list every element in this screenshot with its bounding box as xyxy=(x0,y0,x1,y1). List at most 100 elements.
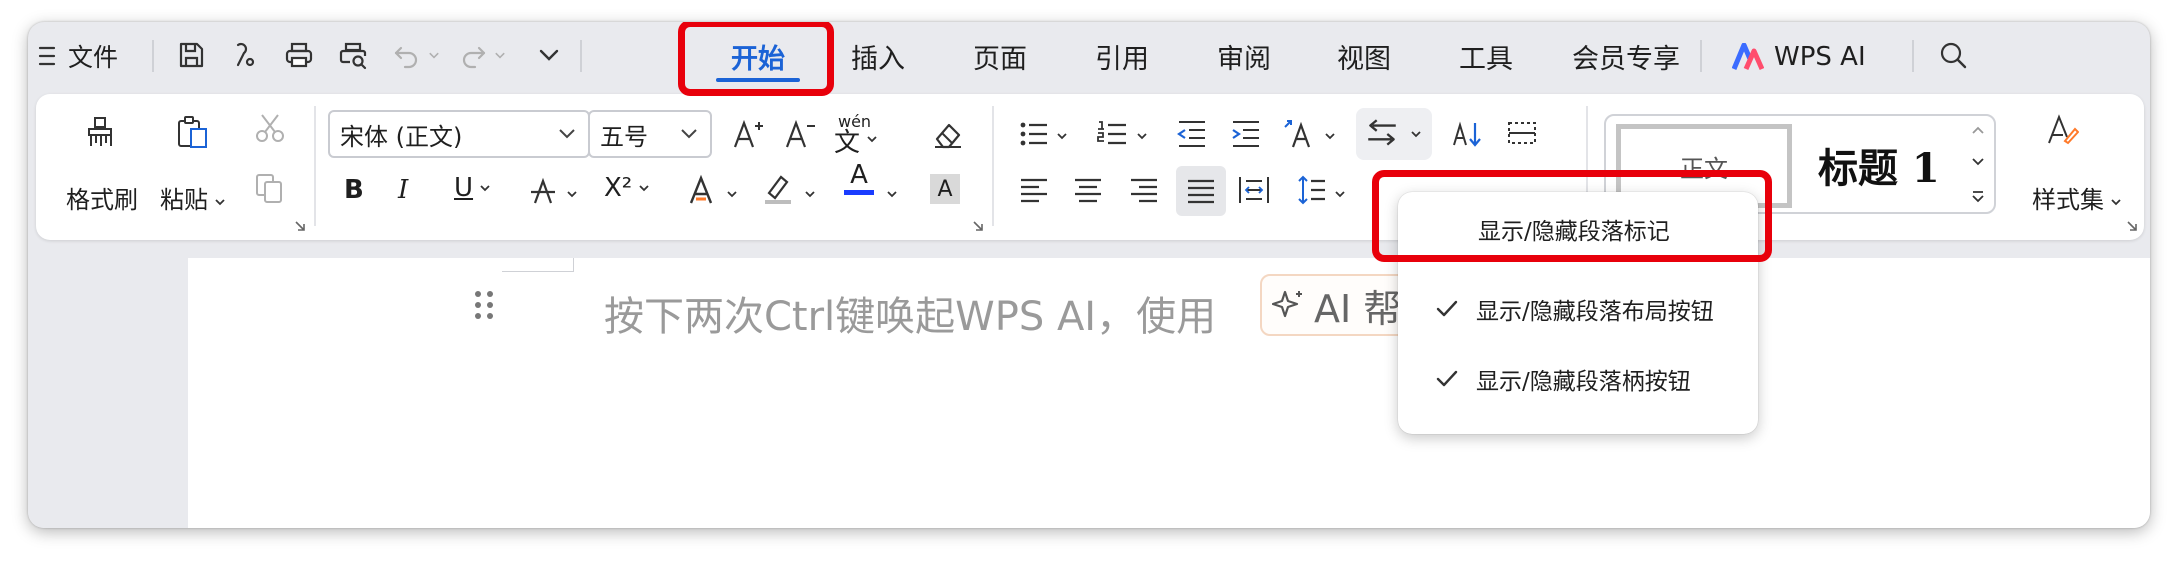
line-spacing-icon[interactable] xyxy=(1292,170,1332,210)
checkmark-icon xyxy=(1436,370,1458,387)
hamburger-icon xyxy=(38,46,56,66)
dialog-launcher-icon[interactable] xyxy=(972,220,984,232)
tab-references[interactable]: 引用 xyxy=(1072,36,1172,76)
wps-ai-button[interactable]: WPS AI xyxy=(1732,38,1866,76)
clear-format-eraser-icon[interactable] xyxy=(928,114,968,154)
chevron-down-icon[interactable] xyxy=(1056,130,1068,142)
document-margin xyxy=(28,258,188,528)
chevron-down-icon[interactable] xyxy=(1324,130,1336,142)
style-set-label: 样式集 xyxy=(2032,186,2104,214)
paste-label: 粘贴 xyxy=(160,186,208,214)
tab-review[interactable]: 审阅 xyxy=(1194,36,1294,76)
menu-divider xyxy=(1912,40,1914,72)
document-page[interactable]: 按下两次Ctrl键唤起WPS AI，使用 AI 帮 xyxy=(188,258,2150,528)
bullet-list-icon[interactable] xyxy=(1014,114,1054,154)
show-hide-marks-icon xyxy=(1368,119,1396,146)
redo-dropdown-icon[interactable] xyxy=(488,38,512,72)
tab-tools[interactable]: 工具 xyxy=(1436,36,1536,76)
underline-button[interactable]: U xyxy=(454,166,491,210)
paragraph-drag-handle-icon[interactable] xyxy=(472,288,496,322)
gallery-scroll-up-icon[interactable] xyxy=(1970,124,1986,136)
bold-button[interactable]: B xyxy=(344,168,364,212)
search-icon[interactable] xyxy=(1936,38,1970,72)
menu-item-show-hide-handle-button[interactable]: 显示/隐藏段落柄按钮 xyxy=(1398,350,1758,408)
character-shading-button[interactable]: A xyxy=(930,174,960,204)
align-left-icon[interactable] xyxy=(1014,170,1054,210)
print-preview-icon[interactable] xyxy=(336,38,370,72)
ribbon-divider xyxy=(992,106,994,226)
copy-icon[interactable] xyxy=(250,168,290,208)
borders-icon[interactable] xyxy=(1502,114,1542,154)
wps-ai-logo-icon xyxy=(1732,43,1764,71)
font-name-value: 宋体 (正文) xyxy=(340,122,463,151)
paste-icon[interactable] xyxy=(172,112,212,152)
style-set-button[interactable]: 样式集 xyxy=(2032,180,2122,215)
superscript-button[interactable]: X² xyxy=(604,166,650,210)
menu-item-label: 显示/隐藏段落柄按钮 xyxy=(1476,369,1691,395)
tab-member[interactable]: 会员专享 xyxy=(1556,36,1696,76)
ai-help-chip[interactable]: AI 帮 xyxy=(1260,274,1420,336)
file-menu-button[interactable]: 文件 xyxy=(38,38,118,74)
undo-dropdown-icon[interactable] xyxy=(422,38,446,72)
paste-button[interactable]: 粘贴 xyxy=(160,180,226,215)
align-justify-icon xyxy=(1188,179,1214,204)
highlight-frame-paragraph-marks xyxy=(1372,170,1772,262)
chevron-down-icon[interactable] xyxy=(886,188,898,200)
distributed-align-icon[interactable] xyxy=(1234,170,1274,210)
gallery-scroll-down-icon[interactable] xyxy=(1970,156,1986,168)
tab-page[interactable]: 页面 xyxy=(950,36,1050,76)
dialog-launcher-icon[interactable] xyxy=(2126,220,2138,232)
file-menu-label: 文件 xyxy=(68,43,119,72)
text-direction-icon[interactable] xyxy=(1280,114,1320,154)
increase-indent-icon[interactable] xyxy=(1226,114,1266,154)
style-heading-1[interactable]: 标题 1 xyxy=(1818,136,1940,194)
font-color-button[interactable]: A xyxy=(844,160,874,204)
chevron-down-icon[interactable] xyxy=(566,188,578,200)
format-painter-label[interactable]: 格式刷 xyxy=(66,180,138,215)
ai-placeholder-text: 按下两次Ctrl键唤起WPS AI，使用 xyxy=(604,294,1217,340)
chevron-down-icon xyxy=(2111,199,2121,206)
decrease-indent-icon[interactable] xyxy=(1172,114,1212,154)
decrease-font-size-icon[interactable] xyxy=(780,114,820,154)
dialog-launcher-icon[interactable] xyxy=(294,220,306,232)
format-painter-brush-icon[interactable] xyxy=(80,112,120,152)
tab-view[interactable]: 视图 xyxy=(1314,36,1414,76)
chevron-down-icon[interactable] xyxy=(532,38,566,72)
highlight-marker-icon[interactable] xyxy=(758,168,798,208)
strikethrough-icon[interactable] xyxy=(524,170,564,210)
chevron-down-icon xyxy=(1411,131,1421,138)
font-size-dropdown[interactable]: 五号 xyxy=(588,110,712,158)
undo-icon[interactable] xyxy=(390,38,424,72)
gallery-expand-icon[interactable] xyxy=(1970,188,1986,204)
style-set-icon[interactable] xyxy=(2042,110,2082,150)
text-effect-icon[interactable] xyxy=(682,170,722,210)
tab-insert[interactable]: 插入 xyxy=(828,36,928,76)
format-painter-icon[interactable] xyxy=(228,38,262,72)
phonetic-guide-button[interactable]: wén 文 xyxy=(834,112,878,158)
chevron-down-icon[interactable] xyxy=(726,188,738,200)
chevron-down-icon[interactable] xyxy=(1136,130,1148,142)
chevron-down-icon xyxy=(867,136,877,143)
menu-item-label: 显示/隐藏段落布局按钮 xyxy=(1476,299,1714,325)
print-icon[interactable] xyxy=(282,38,316,72)
increase-font-size-icon[interactable] xyxy=(728,114,768,154)
chevron-down-icon[interactable] xyxy=(804,188,816,200)
menu-item-show-hide-layout-button[interactable]: 显示/隐藏段落布局按钮 xyxy=(1398,280,1758,338)
cut-icon[interactable] xyxy=(250,108,290,148)
align-right-icon[interactable] xyxy=(1124,170,1164,210)
font-name-dropdown[interactable]: 宋体 (正文) xyxy=(328,110,590,158)
checkmark-icon xyxy=(1436,300,1458,317)
numbered-list-icon[interactable] xyxy=(1092,114,1132,154)
menu-divider xyxy=(1700,40,1702,72)
ribbon-divider xyxy=(314,106,316,226)
phonetic-guide-pinyin: wén xyxy=(838,112,872,131)
ribbon-toolbar: 格式刷 粘贴 宋体 (正文) 五号 wén 文 B I U X² A A 正文 … xyxy=(36,94,2144,240)
align-center-icon[interactable] xyxy=(1068,170,1108,210)
redo-icon[interactable] xyxy=(456,38,490,72)
show-hide-marks-button[interactable] xyxy=(1356,108,1432,160)
chevron-down-icon[interactable] xyxy=(1334,188,1346,200)
italic-button[interactable]: I xyxy=(398,168,408,212)
justify-button[interactable] xyxy=(1176,166,1226,216)
sort-icon[interactable] xyxy=(1448,114,1488,154)
save-icon[interactable] xyxy=(174,38,208,72)
